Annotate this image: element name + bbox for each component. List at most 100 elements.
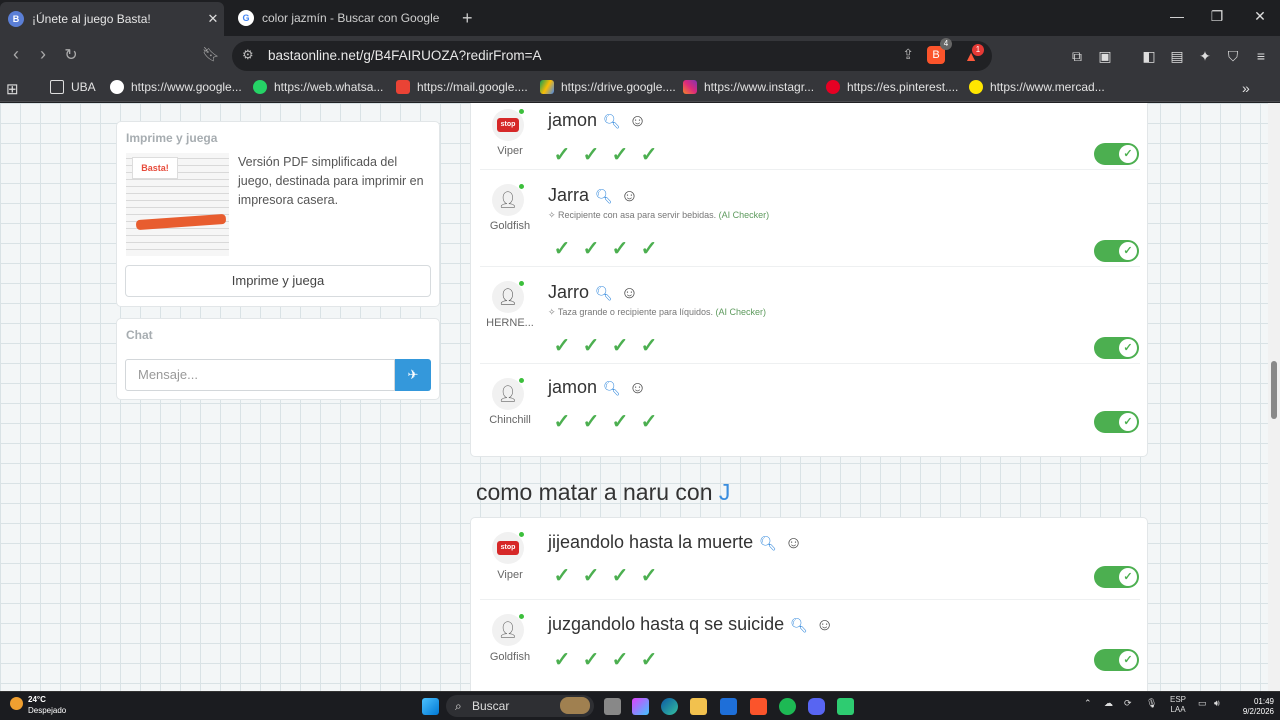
file-explorer-icon[interactable] (690, 698, 707, 715)
add-reaction-icon[interactable]: ☺ (621, 283, 638, 302)
search-icon[interactable]: 🔍︎ (790, 617, 808, 633)
scrollbar-thumb[interactable] (1271, 361, 1277, 419)
volume-icon[interactable]: 🔊︎ (1214, 698, 1220, 709)
check-icon[interactable]: ✓ (608, 564, 632, 588)
check-icon[interactable]: ✓ (608, 334, 632, 358)
valid-toggle[interactable]: ✓ (1094, 143, 1139, 165)
forward-icon[interactable]: › (31, 44, 55, 65)
onedrive-icon[interactable]: ☁ (1104, 698, 1113, 709)
send-chat-button[interactable]: ✈ (395, 359, 431, 391)
bookmark-gmail[interactable]: https://mail.google.... (396, 80, 528, 94)
extensions-icon[interactable]: ⧉ (1066, 45, 1088, 67)
check-icon[interactable]: ✓ (637, 564, 661, 588)
check-icon[interactable]: ✓ (608, 648, 632, 672)
check-icon[interactable]: ✓ (550, 143, 574, 167)
menu-icon[interactable]: ≡ (1250, 45, 1272, 67)
back-icon[interactable]: ‹ (4, 44, 28, 65)
edge-icon[interactable] (661, 698, 678, 715)
add-reaction-icon[interactable]: ☺ (816, 615, 833, 634)
reload-icon[interactable]: ↻ (59, 45, 83, 65)
sidebar-icon[interactable]: ◧ (1138, 45, 1160, 67)
system-clock[interactable]: 01:49 9/2/2026 (1234, 697, 1274, 717)
app-icon[interactable] (837, 698, 854, 715)
network-icon[interactable]: ▭ (1198, 698, 1207, 709)
valid-toggle[interactable]: ✓ (1094, 337, 1139, 359)
language-indicator[interactable]: ESP LAA (1170, 695, 1186, 715)
task-view-icon[interactable] (604, 698, 621, 715)
brave-icon[interactable] (750, 698, 767, 715)
check-icon[interactable]: ✓ (550, 237, 574, 261)
close-tab-icon[interactable]: ✕ (202, 11, 224, 27)
bookmark-pinterest[interactable]: https://es.pinterest.... (826, 80, 958, 94)
check-icon[interactable]: ✓ (579, 143, 603, 167)
print-and-play-button[interactable]: Imprime y juega (125, 265, 431, 297)
add-reaction-icon[interactable]: ☺ (629, 378, 646, 397)
reader-mode-icon[interactable]: ▣ (1094, 45, 1116, 67)
minimize-icon[interactable]: — (1162, 8, 1192, 24)
check-icon[interactable]: ✓ (579, 648, 603, 672)
discord-icon[interactable] (808, 698, 825, 715)
chat-message-input[interactable]: Mensaje... (125, 359, 395, 391)
tray-overflow-icon[interactable]: ⌃ (1084, 698, 1092, 709)
windows-start-icon[interactable] (422, 698, 439, 715)
bookmark-icon[interactable]: 🔖︎ (199, 46, 223, 63)
address-bar[interactable]: ⚙ bastaonline.net/g/B4FAIRUOZA?redirFrom… (232, 41, 992, 71)
wallet-icon[interactable]: ▤ (1166, 45, 1188, 67)
valid-toggle[interactable]: ✓ (1094, 411, 1139, 433)
valid-toggle[interactable]: ✓ (1094, 566, 1139, 588)
bookmark-uba[interactable]: UBA (50, 80, 96, 94)
check-icon[interactable]: ✓ (579, 564, 603, 588)
bookmark-drive[interactable]: https://drive.google.... (540, 80, 676, 94)
search-icon[interactable]: 🔍︎ (595, 285, 613, 301)
bookmark-instagram[interactable]: https://www.instagr... (683, 80, 814, 94)
microphone-icon[interactable]: 🎙︎ (1146, 698, 1157, 709)
spotify-icon[interactable] (779, 698, 796, 715)
bookmark-mercadolibre[interactable]: https://www.mercad... (969, 80, 1105, 94)
check-icon[interactable]: ✓ (637, 648, 661, 672)
check-icon[interactable]: ✓ (637, 237, 661, 261)
check-icon[interactable]: ✓ (550, 564, 574, 588)
site-info-icon[interactable]: ⚙ (242, 47, 254, 63)
maximize-icon[interactable]: ❐ (1202, 8, 1232, 25)
check-icon[interactable]: ✓ (637, 410, 661, 434)
vote-checks: ✓ ✓ ✓ ✓ (550, 334, 666, 358)
add-reaction-icon[interactable]: ☺ (629, 111, 646, 130)
close-window-icon[interactable]: ✕ (1245, 8, 1275, 25)
copilot-icon[interactable] (632, 698, 649, 715)
online-dot (518, 531, 525, 538)
check-icon[interactable]: ✓ (608, 237, 632, 261)
page-scrollbar[interactable] (1268, 103, 1280, 691)
weather-widget[interactable]: 24°C Despejado (10, 695, 66, 716)
mail-icon[interactable] (720, 698, 737, 715)
search-icon[interactable]: 🔍︎ (595, 188, 613, 204)
check-icon[interactable]: ✓ (550, 410, 574, 434)
tab-basta[interactable]: B ¡Únete al juego Basta! ✕ (0, 2, 224, 36)
add-reaction-icon[interactable]: ☺ (621, 186, 638, 205)
share-icon[interactable]: ⇪ (902, 46, 914, 63)
search-icon[interactable]: 🔍︎ (603, 380, 621, 396)
check-icon[interactable]: ✓ (550, 648, 574, 672)
more-bookmarks-icon[interactable]: » (1242, 80, 1250, 96)
tab-google[interactable]: G color jazmín - Buscar con Google (230, 4, 456, 32)
leo-ai-icon[interactable]: ✦ (1194, 45, 1216, 67)
apps-icon[interactable]: ⊞ (6, 80, 19, 98)
check-icon[interactable]: ✓ (579, 334, 603, 358)
valid-toggle[interactable]: ✓ (1094, 240, 1139, 262)
add-reaction-icon[interactable]: ☺ (785, 533, 802, 552)
check-icon[interactable]: ✓ (579, 237, 603, 261)
valid-toggle[interactable]: ✓ (1094, 649, 1139, 671)
check-icon[interactable]: ✓ (637, 334, 661, 358)
search-icon[interactable]: 🔍︎ (759, 535, 777, 551)
search-icon[interactable]: 🔍︎ (603, 113, 621, 129)
check-icon[interactable]: ✓ (608, 143, 632, 167)
bookmark-google[interactable]: https://www.google... (110, 80, 242, 94)
check-icon[interactable]: ✓ (637, 143, 661, 167)
vpn-icon[interactable]: ⛉ (1222, 45, 1244, 67)
bookmark-whatsapp[interactable]: https://web.whatsa... (253, 80, 383, 94)
answer-text: jamon 🔍︎ ☺ (548, 377, 647, 397)
new-tab-button[interactable]: + (462, 8, 473, 29)
sync-icon[interactable]: ⟳ (1124, 698, 1132, 709)
check-icon[interactable]: ✓ (550, 334, 574, 358)
check-icon[interactable]: ✓ (608, 410, 632, 434)
check-icon[interactable]: ✓ (579, 410, 603, 434)
